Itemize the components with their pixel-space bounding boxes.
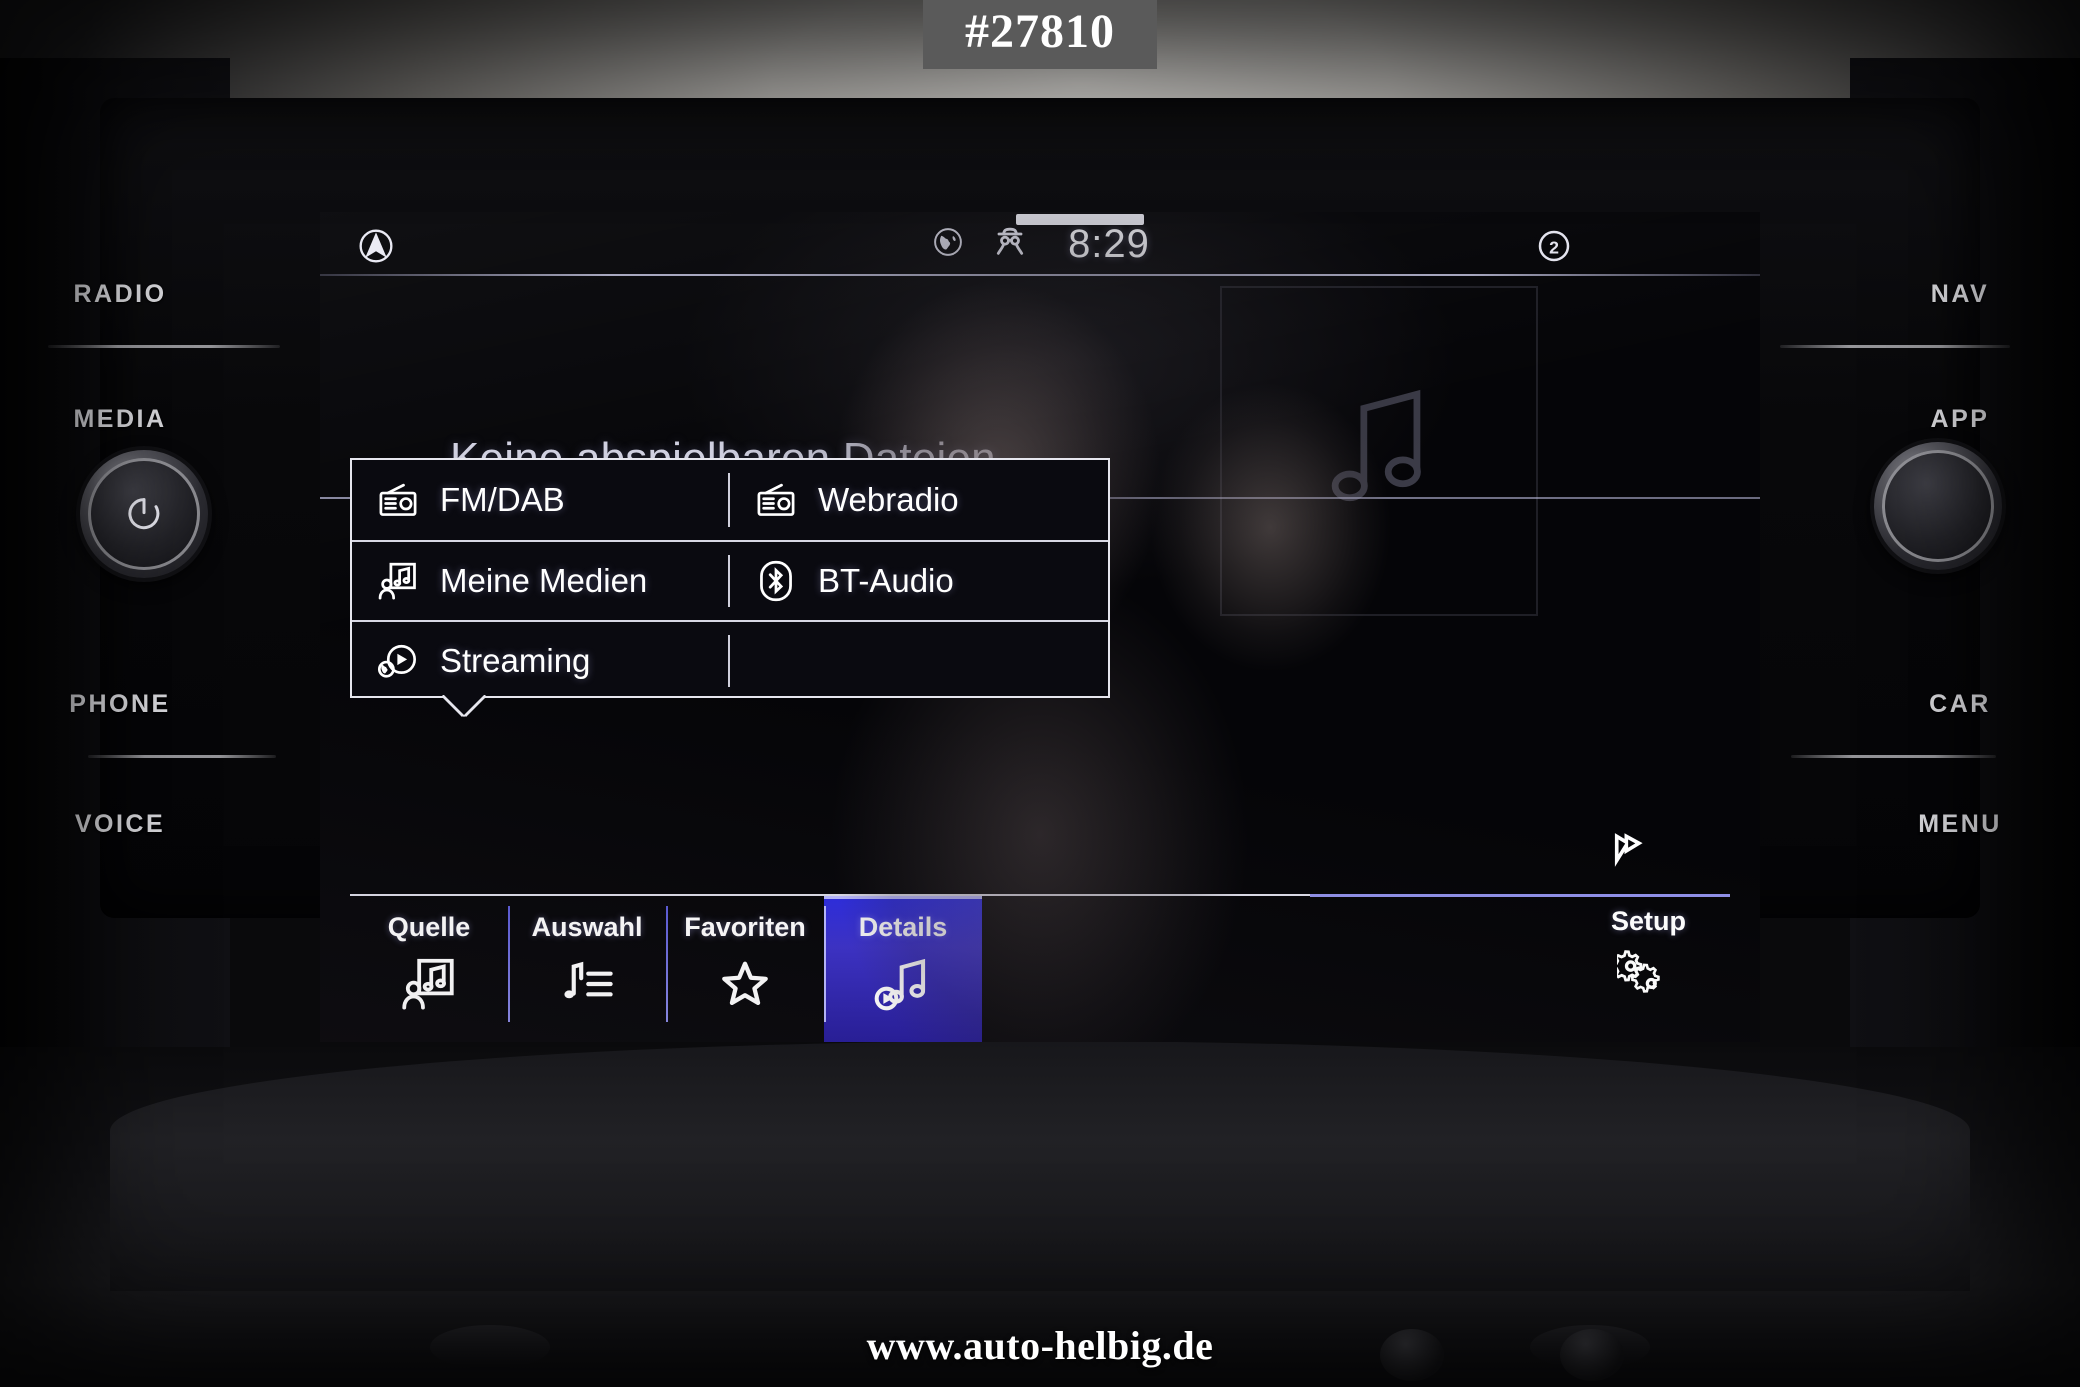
tune-knob[interactable] <box>1872 440 2004 572</box>
status-bar-divider <box>320 274 1760 276</box>
menu-button[interactable]: MENU <box>1850 810 2070 839</box>
source-item-label: Webradio <box>818 481 959 518</box>
star-icon <box>718 955 772 1013</box>
dashboard-console-curve <box>110 1041 1970 1291</box>
tab-bar-right-rule <box>1310 894 1730 897</box>
radio-button[interactable]: RADIO <box>10 280 230 309</box>
my-media-icon <box>376 559 420 603</box>
source-popup-row-3: Streaming <box>352 620 1108 700</box>
incognito-icon <box>990 222 1030 267</box>
right-separator-2 <box>1791 755 1996 758</box>
image-id-tag: #27810 <box>923 0 1157 69</box>
voice-button[interactable]: VOICE <box>10 810 230 839</box>
power-icon <box>128 498 160 530</box>
power-volume-knob[interactable] <box>78 448 210 580</box>
source-item-meine-medien[interactable]: Meine Medien <box>352 542 730 620</box>
tab-auswahl[interactable]: Auswahl <box>508 896 666 1042</box>
screenshot-root: RADIO MEDIA PHONE VOICE NAV APP CAR MENU <box>0 0 2080 1387</box>
media-button[interactable]: MEDIA <box>10 405 230 434</box>
source-item-label: Streaming <box>440 642 591 679</box>
right-separator-1 <box>1780 345 2010 348</box>
source-item-webradio[interactable]: Webradio <box>730 460 1108 540</box>
source-item-label: Meine Medien <box>440 562 648 599</box>
source-selection-popup[interactable]: FM/DAB Webradio Meine Medien BT-Audio St… <box>350 458 1110 715</box>
popup-pointer <box>444 695 484 715</box>
app-button[interactable]: APP <box>1850 405 2070 434</box>
car-button[interactable]: CAR <box>1850 690 2070 719</box>
source-item-label: FM/DAB <box>440 481 565 518</box>
bottom-tab-bar: Quelle Auswahl Favoriten Details Setup <box>320 833 1760 1042</box>
album-art-placeholder <box>1220 286 1538 616</box>
left-separator-2 <box>88 755 276 758</box>
tab-label: Auswahl <box>531 912 643 942</box>
tab-label: Favoriten <box>684 912 806 942</box>
globe-icon <box>930 224 966 265</box>
clock: 8:29 <box>1068 222 1150 266</box>
tab-label: Quelle <box>387 912 471 942</box>
radio-icon <box>376 478 420 522</box>
left-separator-1 <box>48 345 280 348</box>
status-bar: 8:29 2 <box>320 212 1760 274</box>
now-playing-icon <box>874 955 932 1013</box>
streaming-icon <box>376 639 420 683</box>
profile-badge-number: 2 <box>1549 237 1559 257</box>
music-note-icon <box>1314 374 1444 529</box>
infotainment-screen[interactable]: 8:29 2 Keine abspielbaren Date <box>320 212 1760 1042</box>
my-media-icon <box>400 955 458 1013</box>
tab-details[interactable]: Details <box>824 896 982 1042</box>
source-item-empty <box>730 622 1108 700</box>
source-item-fm-dab[interactable]: FM/DAB <box>352 460 730 540</box>
bookmark-icon[interactable] <box>1606 826 1652 877</box>
gears-icon <box>1617 947 1679 1005</box>
nav-button[interactable]: NAV <box>1850 280 2070 309</box>
setup-label: Setup <box>1610 906 1686 936</box>
source-item-streaming[interactable]: Streaming <box>352 622 730 700</box>
tab-quelle[interactable]: Quelle <box>350 896 508 1042</box>
tab-favoriten[interactable]: Favoriten <box>666 896 824 1042</box>
tab-label: Details <box>858 912 948 942</box>
watermark: www.auto-helbig.de <box>866 1323 1214 1368</box>
setup-button[interactable]: Setup <box>1611 906 1686 1005</box>
profile-badge[interactable]: 2 <box>1534 226 1574 271</box>
playlist-icon <box>558 955 616 1013</box>
source-popup-row-2: Meine Medien BT-Audio <box>352 540 1108 620</box>
radio-icon <box>754 478 798 522</box>
bluetooth-icon <box>754 559 798 603</box>
status-ticker <box>1016 214 1144 225</box>
source-popup-row-1: FM/DAB Webradio <box>352 460 1108 540</box>
source-item-bt-audio[interactable]: BT-Audio <box>730 542 1108 620</box>
source-item-label: BT-Audio <box>818 562 954 599</box>
phone-button[interactable]: PHONE <box>10 690 230 719</box>
